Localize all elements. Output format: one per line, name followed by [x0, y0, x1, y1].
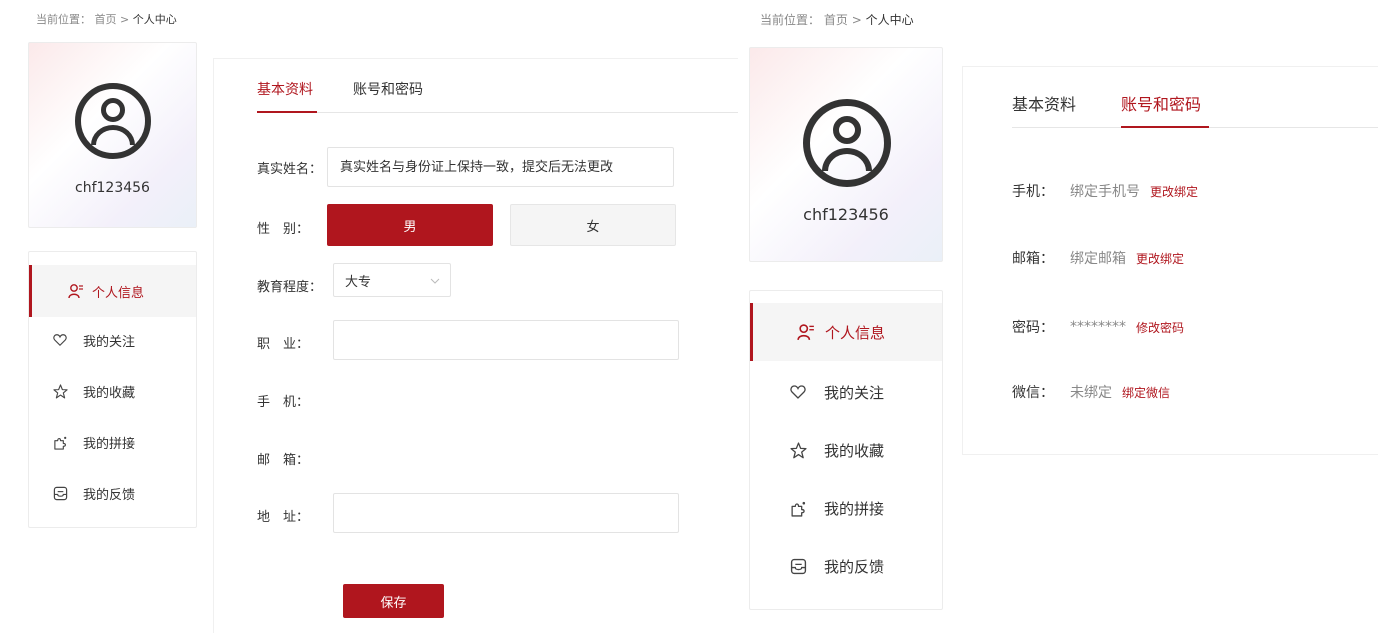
menu-item-splice[interactable]: 我的拼接 — [29, 422, 196, 462]
menu-item-label: 我的关注 — [824, 383, 885, 402]
menu-item-label: 我的收藏 — [83, 385, 136, 401]
breadcrumb-separator: > — [851, 13, 862, 27]
email-value: 绑定邮箱 — [1070, 251, 1126, 267]
account-row-password: 密码： ******** 修改密码 — [1012, 317, 1184, 337]
left-panel-basic-info: 当前位置： 首页 > 个人中心 chf123456 个人信息 我的关注 我的收藏… — [0, 0, 738, 633]
user-list-icon — [797, 324, 814, 341]
breadcrumb-home-link[interactable]: 首页 — [824, 13, 848, 27]
star-icon — [790, 441, 807, 458]
email-change-binding-link[interactable]: 更改绑定 — [1136, 250, 1184, 267]
menu-item-personal-info[interactable]: 个人信息 — [29, 265, 196, 317]
breadcrumb-separator: > — [120, 13, 130, 26]
menu-item-favorites[interactable]: 我的收藏 — [750, 427, 942, 473]
education-label: 教育程度： — [257, 280, 323, 295]
password-label: 密码： — [1012, 320, 1054, 336]
menu-item-label: 我的拼接 — [824, 499, 885, 518]
breadcrumb: 当前位置： 首页 > 个人中心 — [36, 11, 177, 27]
phone-change-binding-link[interactable]: 更改绑定 — [1150, 183, 1198, 200]
content-basic-info: 基本资料 账号和密码 真实姓名： 性 别： 男 女 教育程度： 大专 职 业： … — [213, 58, 738, 633]
breadcrumb-current: 个人中心 — [865, 13, 914, 27]
avatar-icon[interactable] — [75, 83, 151, 159]
password-value: ******** — [1070, 319, 1126, 335]
menu-item-feedback[interactable]: 我的反馈 — [29, 473, 196, 513]
menu-item-label: 个人信息 — [825, 323, 886, 342]
job-label: 职 业： — [257, 337, 310, 352]
menu-item-favorites[interactable]: 我的收藏 — [29, 371, 196, 411]
profile-card: chf123456 — [28, 42, 197, 228]
account-row-phone: 手机： 绑定手机号 更改绑定 — [1012, 181, 1198, 201]
star-icon — [53, 383, 68, 398]
username: chf123456 — [75, 180, 150, 196]
menu-item-label: 我的反馈 — [824, 557, 885, 576]
wechat-label: 微信： — [1012, 385, 1054, 401]
menu-item-splice[interactable]: 我的拼接 — [750, 485, 942, 531]
account-row-wechat: 微信： 未绑定 绑定微信 — [1012, 382, 1170, 402]
tab-basic-info[interactable]: 基本资料 — [257, 79, 313, 99]
account-row-email: 邮箱： 绑定邮箱 更改绑定 — [1012, 248, 1184, 268]
education-value: 大专 — [345, 274, 372, 290]
breadcrumb-current: 个人中心 — [132, 13, 177, 26]
tab-account-password[interactable]: 账号和密码 — [1121, 91, 1201, 115]
menu-item-label: 我的拼接 — [83, 436, 136, 452]
email-label: 邮 箱： — [257, 453, 310, 468]
realname-input[interactable] — [327, 147, 674, 187]
heart-icon — [53, 334, 67, 347]
tab-basic-info[interactable]: 基本资料 — [1012, 91, 1076, 115]
breadcrumb-prefix: 当前位置： — [760, 13, 821, 27]
tab-active-underline — [1121, 126, 1209, 128]
menu-item-personal-info[interactable]: 个人信息 — [750, 303, 942, 361]
breadcrumb: 当前位置： 首页 > 个人中心 — [760, 11, 914, 28]
email-label: 邮箱： — [1012, 251, 1054, 267]
right-panel-account: 当前位置： 首页 > 个人中心 chf123456 个人信息 我的关注 我的收藏… — [738, 0, 1378, 633]
gender-label: 性 别： — [257, 222, 310, 237]
menu-item-follows[interactable]: 我的关注 — [29, 320, 196, 360]
puzzle-icon — [54, 436, 67, 450]
phone-label: 手 机： — [257, 395, 310, 410]
wechat-value: 未绑定 — [1070, 385, 1112, 401]
breadcrumb-prefix: 当前位置： — [36, 13, 91, 26]
breadcrumb-home-link[interactable]: 首页 — [95, 13, 117, 26]
gender-female-button[interactable]: 女 — [510, 204, 676, 246]
content-account-password: 基本资料 账号和密码 手机： 绑定手机号 更改绑定 邮箱： 绑定邮箱 更改绑定 … — [962, 66, 1378, 455]
address-label: 地 址： — [257, 510, 310, 525]
username: chf123456 — [803, 205, 889, 224]
save-button[interactable]: 保存 — [343, 584, 444, 618]
address-input[interactable] — [333, 493, 679, 533]
bind-wechat-link[interactable]: 绑定微信 — [1122, 384, 1170, 401]
menu-item-label: 我的关注 — [83, 334, 136, 350]
avatar-icon[interactable] — [803, 99, 891, 187]
tab-bar: 基本资料 账号和密码 — [257, 59, 738, 113]
phone-value: 绑定手机号 — [1070, 184, 1140, 200]
menu-item-follows[interactable]: 我的关注 — [750, 369, 942, 415]
feedback-icon — [790, 558, 807, 574]
heart-icon — [790, 385, 806, 399]
sidebar-menu: 个人信息 我的关注 我的收藏 我的拼接 我的反馈 — [28, 251, 197, 528]
puzzle-icon — [791, 501, 806, 517]
job-input[interactable] — [333, 320, 679, 360]
menu-item-feedback[interactable]: 我的反馈 — [750, 543, 942, 589]
gender-male-button[interactable]: 男 — [327, 204, 493, 246]
phone-label: 手机： — [1012, 184, 1054, 200]
tab-account-password[interactable]: 账号和密码 — [353, 79, 423, 99]
education-select[interactable]: 大专 — [333, 263, 451, 297]
sidebar-menu: 个人信息 我的关注 我的收藏 我的拼接 我的反馈 — [749, 290, 943, 610]
menu-item-label: 个人信息 — [92, 285, 145, 301]
realname-label: 真实姓名： — [257, 162, 323, 177]
menu-item-label: 我的反馈 — [83, 487, 136, 503]
tab-bar: 基本资料 账号和密码 — [1012, 67, 1378, 128]
menu-item-label: 我的收藏 — [824, 441, 885, 460]
tab-active-underline — [257, 111, 317, 113]
user-list-icon — [68, 284, 83, 299]
chevron-down-icon — [430, 278, 440, 284]
feedback-icon — [53, 486, 68, 500]
change-password-link[interactable]: 修改密码 — [1136, 319, 1184, 336]
profile-card: chf123456 — [749, 47, 943, 262]
